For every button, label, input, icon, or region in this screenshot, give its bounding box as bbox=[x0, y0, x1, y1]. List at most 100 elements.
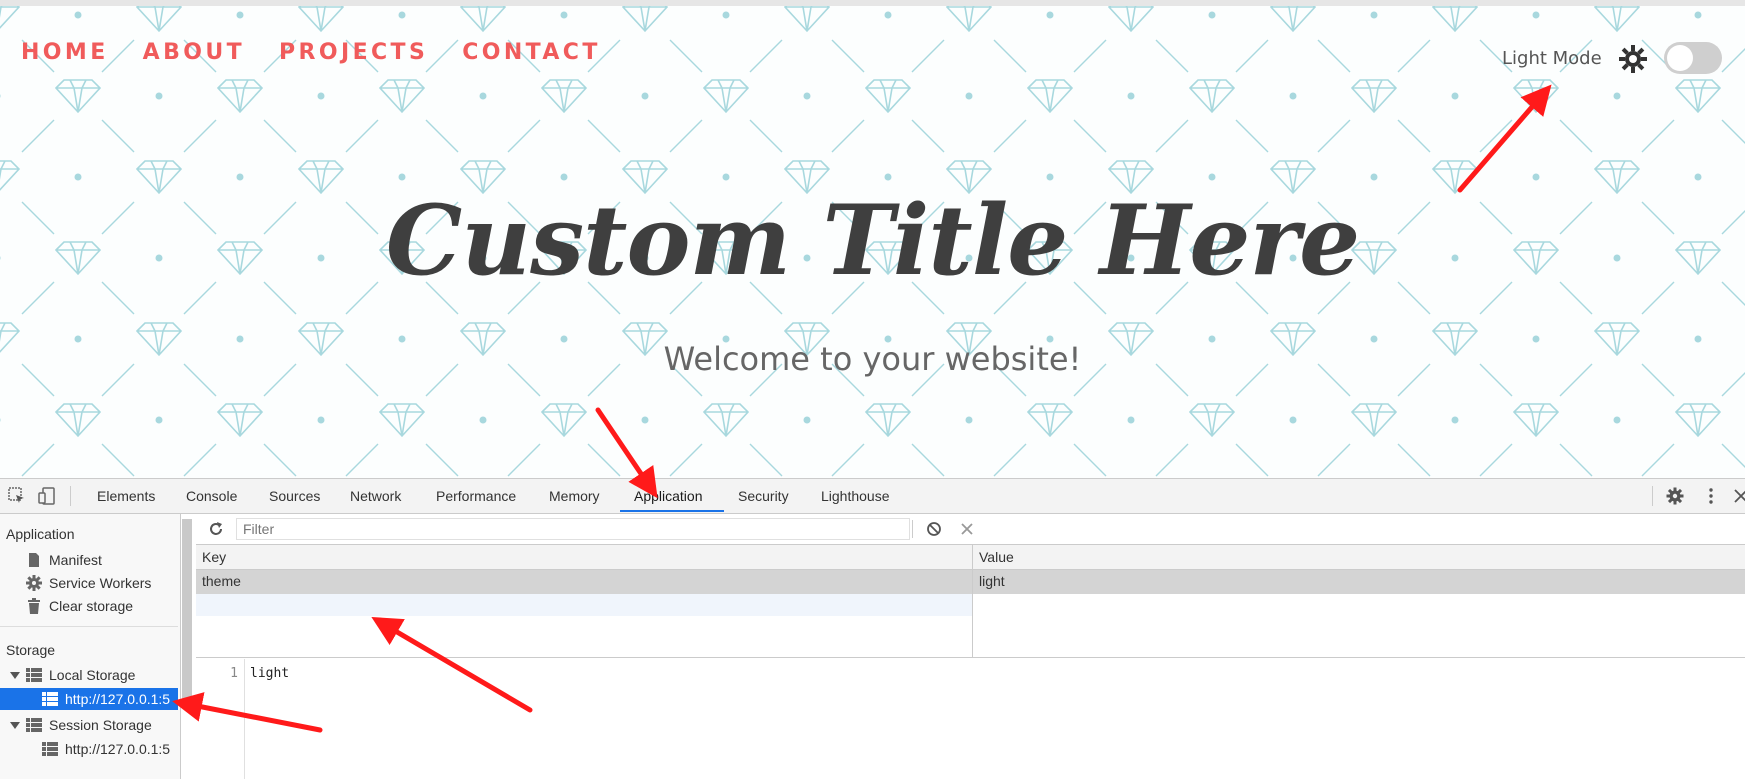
pattern-line bbox=[1155, 119, 1189, 153]
pattern-dot bbox=[1613, 92, 1621, 100]
empty-new-row[interactable] bbox=[196, 594, 972, 616]
diamond-motif bbox=[1026, 79, 1074, 114]
diamond-motif bbox=[864, 403, 912, 438]
theme-toggle-switch[interactable] bbox=[1664, 42, 1722, 74]
nav-about-link[interactable]: ABOUT bbox=[143, 40, 245, 65]
sidebar-item-service-workers[interactable]: Service Workers bbox=[49, 575, 151, 591]
tab-network[interactable]: Network bbox=[350, 488, 401, 504]
sidebar-item-local-storage-origin[interactable]: http://127.0.0.1:5 bbox=[65, 691, 170, 707]
pattern-line bbox=[911, 119, 945, 153]
pattern-dot bbox=[1127, 92, 1135, 100]
toolbar-divider bbox=[912, 520, 913, 538]
pattern-line bbox=[21, 443, 55, 477]
line-gutter: 1 bbox=[196, 659, 245, 779]
tab-elements[interactable]: Elements bbox=[97, 488, 155, 504]
pattern-dot bbox=[1208, 173, 1216, 181]
theme-mode-label: Light Mode bbox=[1502, 48, 1602, 69]
pattern-line bbox=[1397, 119, 1431, 153]
diamond-motif bbox=[1188, 79, 1236, 114]
line-number: 1 bbox=[230, 666, 238, 681]
pattern-line bbox=[507, 443, 541, 477]
tab-lighthouse[interactable]: Lighthouse bbox=[821, 488, 890, 504]
filter-input[interactable] bbox=[236, 518, 910, 540]
diamond-motif bbox=[216, 79, 264, 114]
pattern-line bbox=[587, 443, 621, 477]
pattern-dot bbox=[641, 92, 649, 100]
sidebar-item-local-storage[interactable]: Local Storage bbox=[49, 667, 135, 683]
pattern-dot bbox=[722, 173, 730, 181]
clear-all-icon[interactable] bbox=[926, 521, 942, 537]
pattern-dot bbox=[1370, 173, 1378, 181]
cell-key[interactable]: theme bbox=[202, 573, 241, 589]
diamond-motif bbox=[378, 403, 426, 438]
pattern-line bbox=[993, 39, 1027, 73]
pattern-line bbox=[425, 443, 459, 477]
sidebar-scrollbar[interactable] bbox=[182, 519, 192, 699]
preview-text: light bbox=[250, 666, 290, 681]
pattern-line bbox=[669, 119, 703, 153]
delete-selected-icon[interactable] bbox=[960, 522, 974, 536]
nav-home-link[interactable]: HOME bbox=[21, 40, 109, 65]
more-options-icon[interactable] bbox=[1702, 487, 1720, 505]
inspect-element-icon[interactable] bbox=[8, 487, 26, 505]
close-devtools-icon[interactable] bbox=[1732, 487, 1745, 505]
diamond-motif bbox=[0, 6, 21, 29]
diamond-motif bbox=[378, 79, 426, 114]
pattern-line bbox=[507, 119, 541, 153]
pattern-line bbox=[1073, 119, 1107, 153]
sidebar-item-clear-storage[interactable]: Clear storage bbox=[49, 598, 133, 614]
pattern-dot bbox=[722, 11, 730, 19]
application-sidebar: Application Manifest Service Workers Cle… bbox=[0, 514, 181, 779]
pattern-dot bbox=[0, 94, 1, 98]
cell-value[interactable]: light bbox=[979, 573, 1005, 589]
diamond-motif bbox=[540, 403, 588, 438]
pattern-line bbox=[1397, 39, 1431, 73]
sidebar-item-session-storage-origin[interactable]: http://127.0.0.1:5 bbox=[65, 741, 170, 757]
diamond-motif bbox=[702, 79, 750, 114]
pattern-line bbox=[1559, 443, 1593, 477]
expand-triangle-icon[interactable] bbox=[10, 670, 20, 680]
tab-performance[interactable]: Performance bbox=[436, 488, 516, 504]
pattern-dot bbox=[803, 92, 811, 100]
storage-grid-icon bbox=[42, 742, 58, 756]
pattern-line bbox=[1397, 443, 1431, 477]
table-row[interactable]: theme light bbox=[196, 570, 1745, 594]
diamond-motif bbox=[459, 6, 507, 33]
pattern-dot bbox=[1532, 173, 1540, 181]
pattern-line bbox=[993, 443, 1027, 477]
pattern-line bbox=[831, 443, 865, 477]
tab-memory[interactable]: Memory bbox=[549, 488, 600, 504]
pattern-line bbox=[1559, 119, 1593, 153]
gear-icon bbox=[26, 575, 42, 591]
gear-icon[interactable] bbox=[1666, 487, 1684, 505]
tab-console[interactable]: Console bbox=[186, 488, 237, 504]
pattern-line bbox=[1155, 443, 1189, 477]
diamond-motif bbox=[1107, 6, 1155, 33]
nav-contact-link[interactable]: CONTACT bbox=[462, 40, 601, 65]
pattern-line bbox=[1235, 119, 1269, 153]
pattern-line bbox=[101, 443, 135, 477]
device-toolbar-icon[interactable] bbox=[38, 487, 56, 505]
column-header-value[interactable]: Value bbox=[979, 549, 1014, 565]
column-header-key[interactable]: Key bbox=[202, 549, 226, 565]
nav-projects-link[interactable]: PROJECTS bbox=[279, 40, 428, 65]
expand-triangle-icon[interactable] bbox=[10, 720, 20, 730]
pattern-dot bbox=[398, 11, 406, 19]
sidebar-item-manifest[interactable]: Manifest bbox=[49, 552, 102, 568]
pattern-line bbox=[749, 119, 783, 153]
pattern-dot bbox=[1370, 11, 1378, 19]
pattern-dot bbox=[1532, 11, 1540, 19]
pattern-dot bbox=[1289, 416, 1297, 424]
pattern-line bbox=[669, 39, 703, 73]
tab-security[interactable]: Security bbox=[738, 488, 789, 504]
sidebar-item-session-storage[interactable]: Session Storage bbox=[49, 717, 152, 733]
tab-sources[interactable]: Sources bbox=[269, 488, 320, 504]
tab-application[interactable]: Application bbox=[634, 488, 703, 504]
pattern-dot bbox=[965, 92, 973, 100]
sun-icon bbox=[1619, 45, 1647, 73]
diamond-motif bbox=[1431, 6, 1479, 33]
pattern-line bbox=[749, 443, 783, 477]
diamond-motif bbox=[1350, 403, 1398, 438]
pattern-line bbox=[1317, 119, 1351, 153]
refresh-icon[interactable] bbox=[208, 521, 224, 537]
